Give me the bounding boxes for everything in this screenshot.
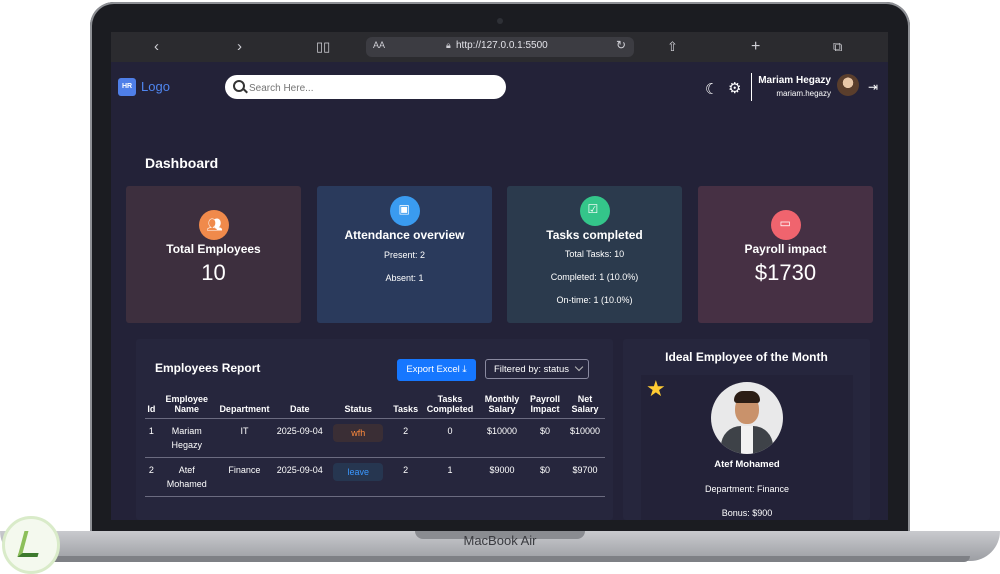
cell-name: Mariam Hegazy — [157, 418, 216, 458]
card-attendance: ▣ Attendance overview Present: 2 Absent:… — [317, 186, 492, 323]
forward-icon[interactable]: › — [237, 38, 242, 56]
cell-id: 1 — [145, 418, 158, 458]
users-icon: 👥︎ — [198, 210, 229, 240]
cell-department: IT — [215, 418, 274, 458]
cell-id: 2 — [145, 457, 158, 497]
card-title: Tasks completed — [546, 228, 643, 242]
share-icon[interactable]: ⇧ — [667, 38, 678, 56]
report-title: Employees Report — [155, 361, 261, 375]
card-total-employees: 👥︎ Total Employees 10 — [126, 186, 301, 323]
export-excel-button[interactable]: Export Excel ⤓ — [397, 359, 476, 381]
table-row[interactable]: 1 Mariam Hegazy IT 2025-09-04 wfh 2 0 $1… — [145, 418, 605, 458]
laptop-foot — [30, 556, 970, 562]
cell-tasks: 2 — [390, 418, 421, 458]
url-text[interactable]: http://127.0.0.1:5500 — [456, 40, 548, 51]
export-label: Export Excel — [406, 364, 460, 375]
watermark-logo — [2, 516, 60, 574]
total-tasks: Total Tasks: 10 — [564, 249, 625, 259]
card-title: Total Employees — [166, 242, 261, 256]
column-header[interactable]: Id — [145, 394, 158, 419]
screen: ‹ › ▯▯ AA 🔒︎ http://127.0.0.1:5500 ↻ ⇧ +… — [111, 32, 888, 520]
cell-net: $9700 — [565, 457, 605, 497]
column-header[interactable]: Payroll Impact — [525, 394, 565, 419]
book-icon[interactable]: ▯▯ — [316, 38, 330, 56]
header-divider — [751, 73, 752, 101]
column-header[interactable]: Tasks — [390, 394, 421, 419]
status-filter-select[interactable]: Filtered by: status — [485, 359, 589, 379]
cell-impact: $0 — [525, 457, 565, 497]
cell-completed: 1 — [421, 457, 479, 497]
checklist-icon: ☑ — [579, 196, 610, 226]
employees-table: Id Employee Name Department Date Status … — [145, 394, 605, 497]
card-payroll: ▭ Payroll impact $1730 — [698, 186, 873, 323]
avatar[interactable] — [837, 74, 859, 96]
camera — [497, 18, 503, 24]
completed-tasks: Completed: 1 (10.0%) — [550, 272, 639, 282]
card-title: Payroll impact — [744, 242, 827, 256]
cell-impact: $0 — [525, 418, 565, 458]
gear-icon[interactable]: ⚙ — [728, 79, 741, 97]
absent-count: Absent: 1 — [385, 273, 424, 283]
column-header[interactable]: Employee Name — [157, 394, 216, 419]
column-header[interactable]: Date — [273, 394, 327, 419]
cell-tasks: 2 — [390, 457, 421, 497]
cell-status: wfh — [326, 418, 391, 458]
cell-completed: 0 — [421, 418, 479, 458]
ideal-employee-department: Department: Finance — [704, 484, 790, 494]
search-input[interactable] — [247, 78, 501, 98]
logo-text[interactable]: Logo — [141, 79, 170, 94]
device-label: MacBook Air — [463, 533, 537, 548]
calendar-check-icon: ▣ — [389, 196, 420, 226]
card-value: $1730 — [754, 260, 817, 285]
tabs-icon[interactable]: ⧉ — [833, 38, 842, 56]
search-bar[interactable] — [225, 75, 506, 99]
dark-mode-icon[interactable]: ☾ — [705, 80, 718, 98]
cell-status: leave — [326, 457, 391, 497]
ontime-tasks: On-time: 1 (10.0%) — [556, 295, 633, 305]
browser-toolbar: ‹ › ▯▯ AA 🔒︎ http://127.0.0.1:5500 ↻ ⇧ +… — [111, 32, 888, 62]
cell-department: Finance — [215, 457, 274, 497]
employee-photo — [711, 382, 783, 454]
logout-icon[interactable]: ⇥ — [868, 80, 878, 94]
present-count: Present: 2 — [383, 250, 426, 260]
column-header[interactable]: Tasks Completed — [421, 394, 479, 419]
logo-badge: HR — [118, 78, 136, 96]
cell-name: Atef Mohamed — [157, 457, 216, 497]
cell-date: 2025-09-04 — [273, 457, 327, 497]
new-tab-icon[interactable]: + — [751, 38, 760, 56]
wallet-icon: ▭ — [770, 210, 801, 240]
table-header-row: Id Employee Name Department Date Status … — [145, 394, 605, 419]
table-row[interactable]: 2 Atef Mohamed Finance 2025-09-04 leave … — [145, 457, 605, 497]
text-size-button[interactable]: AA — [373, 40, 385, 50]
status-badge: leave — [333, 463, 384, 481]
lock-icon: 🔒︎ — [446, 40, 451, 50]
ideal-employee-name: Atef Mohamed — [714, 459, 780, 470]
column-header[interactable]: Monthly Salary — [479, 394, 525, 419]
user-handle: mariam.hegazy — [776, 89, 831, 98]
search-icon — [233, 80, 245, 92]
card-tasks: ☑ Tasks completed Total Tasks: 10 Comple… — [507, 186, 682, 323]
card-value: 10 — [201, 260, 226, 285]
ideal-employee-bonus: Bonus: $900 — [721, 508, 773, 518]
cell-net: $10000 — [565, 418, 605, 458]
cell-monthly: $9000 — [479, 457, 525, 497]
page-title: Dashboard — [145, 155, 219, 171]
ideal-employee-title: Ideal Employee of the Month — [665, 350, 828, 364]
user-name: Mariam Hegazy — [758, 75, 831, 86]
cell-date: 2025-09-04 — [273, 418, 327, 458]
reload-icon[interactable]: ↻ — [616, 38, 626, 52]
back-icon[interactable]: ‹ — [154, 38, 159, 56]
cell-monthly: $10000 — [479, 418, 525, 458]
column-header[interactable]: Net Salary — [565, 394, 605, 419]
column-header[interactable]: Department — [215, 394, 274, 419]
star-icon: ★ — [646, 376, 666, 401]
column-header[interactable]: Status — [326, 394, 391, 419]
card-title: Attendance overview — [344, 228, 465, 242]
download-icon: ⤓ — [462, 364, 467, 375]
status-badge: wfh — [333, 424, 384, 442]
